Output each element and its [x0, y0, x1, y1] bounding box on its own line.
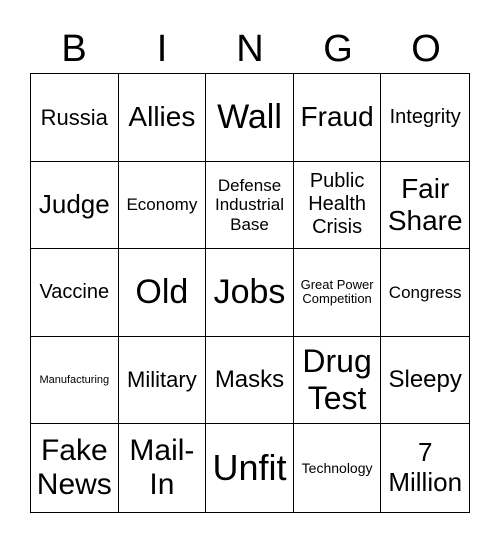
bingo-cell-text: Integrity — [389, 105, 461, 128]
bingo-cell-text: Economy — [126, 195, 198, 215]
bingo-cell[interactable]: Fake News — [31, 424, 119, 512]
bingo-cell-text: Defense Industrial Base — [215, 175, 284, 234]
bingo-cell-text: Wall — [217, 97, 282, 136]
bingo-cell-text: Russia — [40, 104, 108, 130]
bingo-cell-text: 7 Million — [388, 437, 463, 498]
bingo-cell[interactable]: Russia — [31, 74, 119, 162]
bingo-cell-text: Public Health Crisis — [308, 170, 366, 239]
bingo-cell-text: Jobs — [213, 272, 286, 311]
bingo-cell[interactable]: Fraud — [293, 74, 382, 162]
bingo-cell[interactable]: Congress — [381, 249, 469, 337]
header-letter-b: B — [61, 28, 87, 70]
bingo-cell[interactable]: Economy — [118, 161, 207, 250]
bingo-cell-text: Military — [127, 367, 197, 393]
bingo-cell-text: Fair Share — [387, 172, 463, 236]
bingo-cell[interactable]: 7 Million — [381, 424, 469, 512]
bingo-cell[interactable]: Defense Industrial Base — [206, 161, 294, 250]
header-letter-o: O — [411, 28, 441, 70]
bingo-cell-text: Judge — [38, 188, 110, 219]
bingo-cell[interactable]: Allies — [118, 74, 207, 162]
bingo-cell-text: Technology — [301, 460, 373, 477]
bingo-cell[interactable]: Manufacturing — [31, 336, 119, 425]
bingo-cell-text: Mail-In — [129, 433, 195, 502]
header-letter-i: I — [156, 28, 168, 70]
bingo-cell[interactable]: Great Power Competition — [293, 249, 382, 337]
bingo-cell[interactable]: Military — [118, 336, 207, 425]
bingo-cell-text: Sleepy — [388, 366, 462, 394]
bingo-cell-text: Vaccine — [39, 280, 110, 303]
bingo-cell[interactable]: Drug Test — [293, 336, 382, 425]
bingo-cell-text: Masks — [214, 366, 285, 394]
bingo-cell-text: Drug Test — [302, 343, 372, 417]
bingo-cell-text: Fake News — [36, 433, 112, 502]
bingo-cell-text: Congress — [388, 282, 462, 302]
bingo-cell[interactable]: Vaccine — [31, 249, 119, 337]
bingo-cell[interactable]: Old — [118, 249, 207, 337]
bingo-cell[interactable]: Fair Share — [381, 162, 469, 250]
bingo-cell[interactable]: Technology — [294, 424, 382, 512]
bingo-cell-text: Old — [135, 272, 189, 311]
bingo-cell[interactable]: Jobs — [206, 249, 294, 337]
bingo-cell-text: Allies — [128, 101, 196, 133]
bingo-cell-text: Manufacturing — [39, 373, 110, 386]
bingo-header: B I N G O — [30, 26, 470, 72]
header-letter-g: G — [323, 28, 353, 70]
bingo-cell[interactable]: Masks — [206, 336, 294, 425]
bingo-grid: Russia Allies Wall Fraud Integrity Judge Econo… — [30, 73, 470, 513]
bingo-cell-text: Unfit — [212, 447, 287, 489]
bingo-cell-text: Great Power Competition — [300, 276, 374, 307]
bingo-cell[interactable]: Integrity — [381, 74, 469, 162]
bingo-cell[interactable]: Judge — [31, 161, 119, 250]
bingo-cell[interactable]: Public Health Crisis — [293, 161, 382, 250]
bingo-cell[interactable]: Unfit — [206, 424, 294, 512]
bingo-cell[interactable]: Wall — [206, 74, 294, 162]
header-letter-n: N — [236, 28, 264, 70]
bingo-cell[interactable]: Mail-In — [119, 424, 207, 512]
bingo-cell-text: Fraud — [300, 101, 374, 133]
bingo-cell[interactable]: Sleepy — [381, 337, 469, 425]
